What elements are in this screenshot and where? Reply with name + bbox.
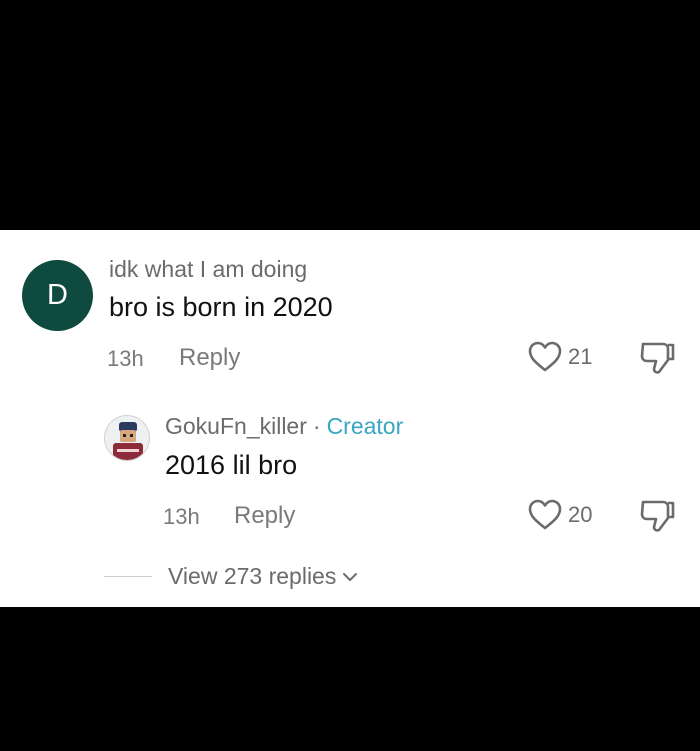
- heart-outline-icon: [528, 499, 562, 530]
- reply-text: 2016 lil bro: [165, 450, 298, 480]
- avatar-letter: D: [47, 279, 68, 311]
- thumbs-down-icon: [640, 342, 675, 374]
- comment-time: 13h: [107, 346, 144, 371]
- reply-like-button[interactable]: 20: [528, 499, 592, 531]
- comment-text: bro is born in 2020: [109, 292, 333, 322]
- view-replies-button[interactable]: View 273 replies: [168, 563, 358, 590]
- heart-outline-icon: [528, 341, 562, 372]
- chevron-down-icon: [343, 572, 358, 581]
- reply-like-count: 20: [568, 502, 593, 527]
- thumbs-down-icon: [640, 500, 675, 532]
- comment-like-button[interactable]: 21: [528, 341, 592, 373]
- comment-username[interactable]: idk what I am doing: [109, 256, 307, 283]
- video-frame: D idk what I am doing bro is born in 202…: [0, 0, 700, 751]
- comment-dislike-button[interactable]: [639, 340, 677, 381]
- reply-avatar[interactable]: [104, 415, 150, 461]
- reply-reply-button[interactable]: Reply: [234, 502, 295, 530]
- comment-like-count: 21: [568, 344, 593, 369]
- reply-header: GokuFn_killer · Creator: [165, 413, 403, 440]
- creator-badge: Creator: [326, 413, 404, 439]
- roblox-avatar-icon: [105, 416, 149, 460]
- commenter-avatar[interactable]: D: [22, 260, 93, 331]
- separator-dot: ·: [312, 413, 321, 439]
- reply-username[interactable]: GokuFn_killer: [165, 413, 307, 440]
- replies-divider: [104, 576, 152, 577]
- reply-dislike-button[interactable]: [639, 498, 677, 539]
- view-replies-label: View 273 replies: [168, 563, 337, 589]
- comment-reply-button[interactable]: Reply: [179, 344, 240, 372]
- reply-time: 13h: [163, 504, 200, 529]
